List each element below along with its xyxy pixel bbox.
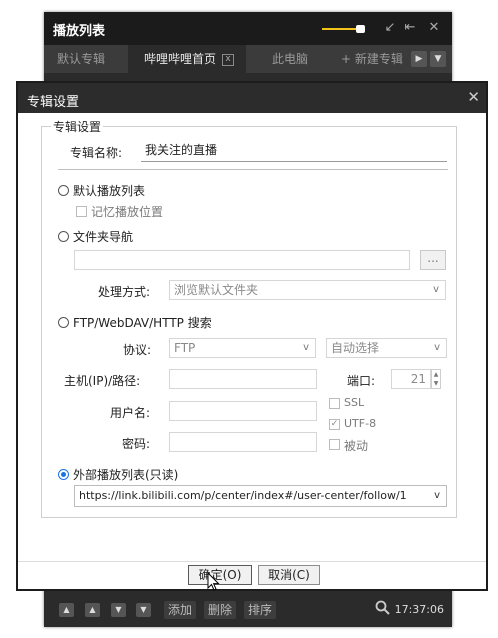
shrink-icon[interactable]: ↙ xyxy=(382,20,398,35)
playlist-titlebar: 播放列表 ↙ ⇤ ✕ xyxy=(44,12,452,45)
external-playlist-label: 外部播放列表(只读) xyxy=(73,468,179,482)
auto-select-select[interactable]: 自动选择 v xyxy=(326,338,447,358)
protocol-select-value: FTP xyxy=(174,341,196,355)
default-playlist-radio[interactable] xyxy=(58,185,69,196)
dialog-titlebar: 专辑设置 ✕ xyxy=(18,83,486,113)
process-select-value: 浏览默认文件夹 xyxy=(174,283,259,297)
tab-bilibili-home[interactable]: 哔哩哔哩首页 x xyxy=(128,45,246,73)
chevron-down-icon: v xyxy=(433,284,439,295)
playlist-tabs: 默认专辑 哔哩哔哩首页 x 此电脑 + 新建专辑 ▶ ▼ xyxy=(44,45,452,73)
chevron-down-icon: v xyxy=(303,342,309,353)
tab-label: 默认专辑 xyxy=(57,52,106,66)
album-name-input[interactable]: 我关注的直播 xyxy=(141,140,447,162)
tab-scroll-right-icon[interactable]: ▶ xyxy=(411,51,427,67)
ftp-label: FTP/WebDAV/HTTP 搜索 xyxy=(73,316,212,330)
tab-label: 哔哩哔哩首页 xyxy=(144,52,217,66)
process-select[interactable]: 浏览默认文件夹 v xyxy=(169,280,446,300)
move-up-icon[interactable]: ▲ xyxy=(85,603,100,617)
tab-this-pc[interactable]: 此电脑 xyxy=(272,45,308,73)
ssl-label: SSL xyxy=(344,396,365,409)
cancel-button[interactable]: 取消(C) xyxy=(258,565,320,585)
port-input[interactable]: 21 xyxy=(391,369,431,389)
tab-label: + 新建专辑 xyxy=(341,52,403,66)
ssl-checkbox[interactable] xyxy=(329,398,340,409)
passive-label: 被动 xyxy=(344,439,369,453)
playlist-title: 播放列表 xyxy=(53,24,106,39)
external-url-value: https://link.bilibili.com/p/center/index… xyxy=(79,489,407,502)
close-icon[interactable]: ✕ xyxy=(426,20,442,35)
default-playlist-label: 默认播放列表 xyxy=(73,184,146,198)
pin-icon[interactable]: ⇤ xyxy=(402,20,418,35)
mouse-cursor-icon xyxy=(207,572,220,591)
dialog-title: 专辑设置 xyxy=(27,95,80,110)
move-bottom-icon[interactable]: ▼ xyxy=(136,603,151,617)
tab-menu-chevron-icon[interactable]: ▼ xyxy=(430,51,446,67)
volume-slider-handle[interactable] xyxy=(356,25,365,33)
tab-default-album[interactable]: 默认专辑 xyxy=(57,45,105,73)
remember-position-label: 记忆播放位置 xyxy=(91,205,164,219)
footer-divider xyxy=(18,561,486,562)
port-stepper[interactable]: ▲ ▼ xyxy=(431,369,441,389)
move-top-icon[interactable]: ▲ xyxy=(59,603,74,617)
dialog-close-icon[interactable]: ✕ xyxy=(467,88,480,106)
separator xyxy=(58,169,448,170)
port-label: 端口: xyxy=(347,374,376,388)
protocol-label: 协议: xyxy=(123,343,152,357)
tab-label: 此电脑 xyxy=(272,52,309,66)
host-input[interactable] xyxy=(169,369,317,389)
sort-button[interactable]: 排序 xyxy=(244,601,277,619)
delete-button[interactable]: 删除 xyxy=(204,601,237,619)
browse-button[interactable]: ... xyxy=(420,250,446,270)
auto-select-value: 自动选择 xyxy=(331,341,380,355)
tab-close-icon[interactable]: x xyxy=(222,53,235,66)
chevron-down-icon: v xyxy=(434,342,440,353)
album-name-label: 专辑名称: xyxy=(70,146,123,160)
utf8-checkbox[interactable]: ✓ xyxy=(329,419,340,430)
ftp-radio[interactable] xyxy=(58,317,69,328)
folder-path-input[interactable] xyxy=(74,250,410,270)
password-label: 密码: xyxy=(122,437,151,451)
album-settings-dialog: 专辑设置 ✕ 专辑设置 专辑名称: 我关注的直播 默认播放列表 记忆播放位置 文… xyxy=(16,81,488,591)
utf8-label: UTF-8 xyxy=(344,417,377,430)
external-playlist-radio[interactable] xyxy=(58,469,69,480)
username-label: 用户名: xyxy=(110,406,151,420)
add-button[interactable]: 添加 xyxy=(164,601,197,619)
search-icon[interactable] xyxy=(375,600,390,618)
clock-time: 17:37:06 xyxy=(394,603,444,616)
process-label: 处理方式: xyxy=(98,285,151,299)
folder-nav-radio[interactable] xyxy=(58,231,69,242)
remember-position-checkbox[interactable] xyxy=(76,206,87,217)
chevron-down-icon: v xyxy=(434,490,440,501)
password-input[interactable] xyxy=(169,432,317,452)
group-legend: 专辑设置 xyxy=(51,118,104,135)
folder-nav-label: 文件夹导航 xyxy=(73,230,134,244)
external-url-select[interactable]: https://link.bilibili.com/p/center/index… xyxy=(74,485,447,507)
tab-new-album[interactable]: + 新建专辑 xyxy=(341,45,403,73)
protocol-select[interactable]: FTP v xyxy=(169,338,316,358)
username-input[interactable] xyxy=(169,401,317,421)
playlist-bottom-bar: ▲ ▲ ▼ ▼ 添加 删除 排序 17:37:06 xyxy=(44,592,452,627)
move-down-icon[interactable]: ▼ xyxy=(111,603,126,617)
host-label: 主机(IP)/路径: xyxy=(64,374,141,388)
passive-checkbox[interactable] xyxy=(329,439,340,450)
